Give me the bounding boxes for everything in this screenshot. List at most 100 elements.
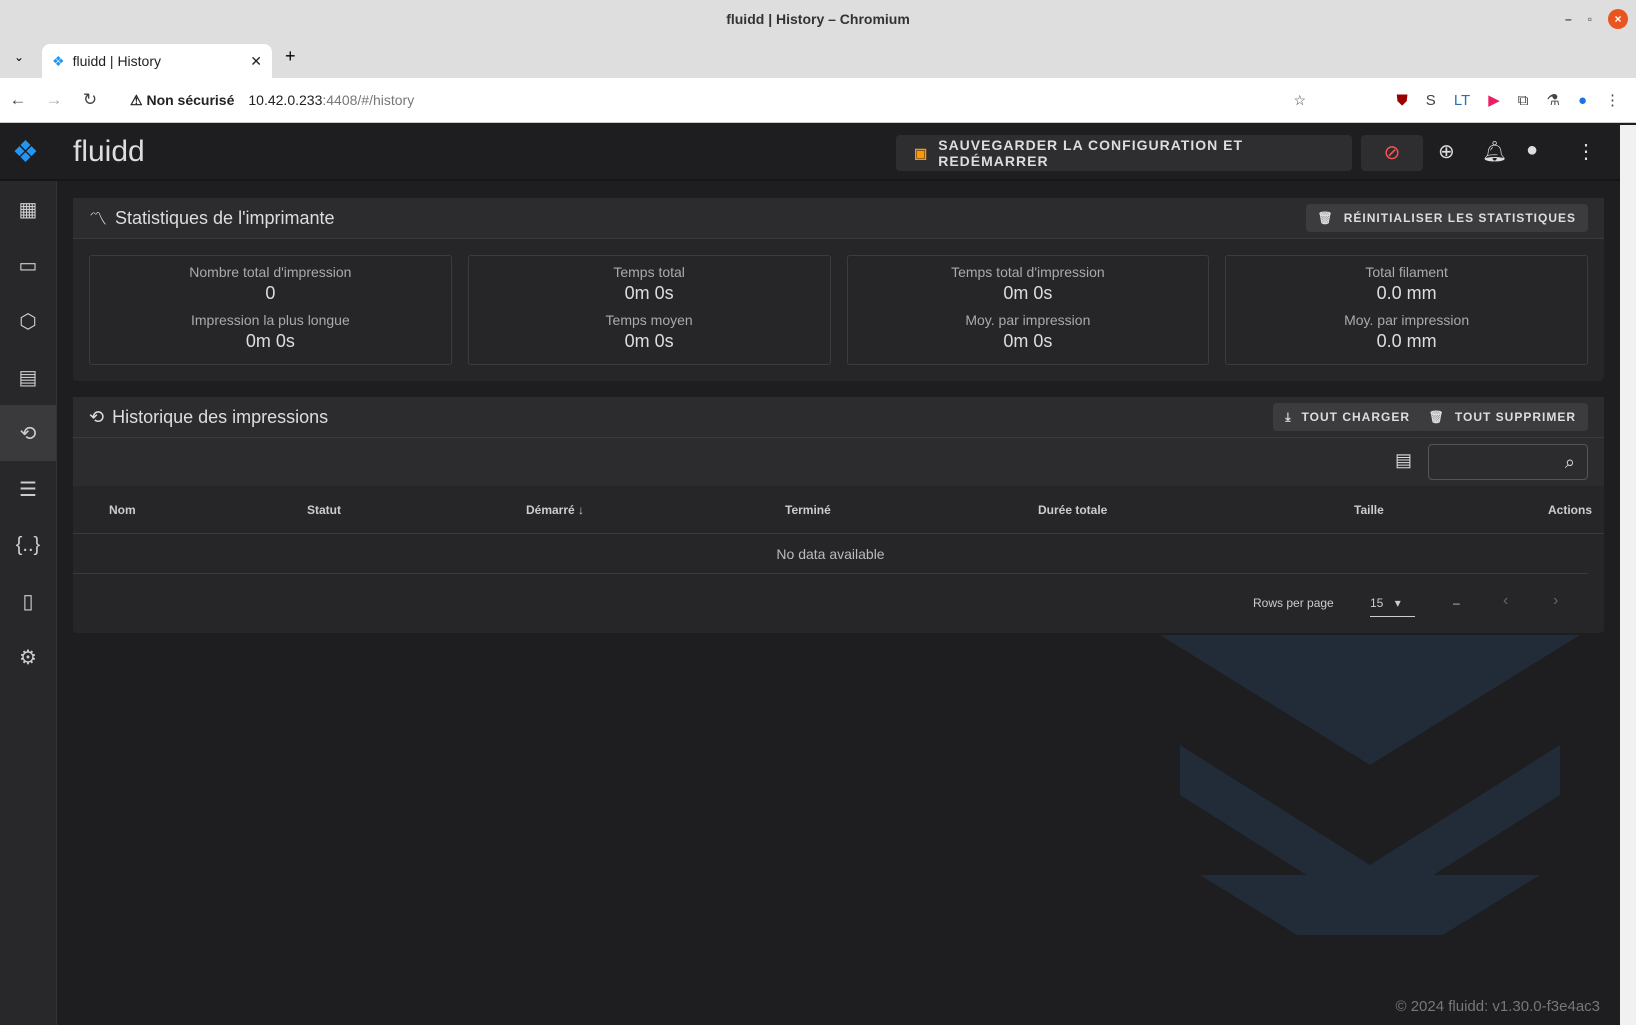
save-label: SAUVEGARDER LA CONFIGURATION ET REDÉMARR…: [938, 137, 1244, 169]
stat-label: Moy. par impression: [1344, 312, 1470, 328]
prev-page-icon[interactable]: ‹: [1503, 592, 1508, 610]
download-icon: ⤓: [1285, 409, 1292, 424]
empty-table-message: No data available: [73, 534, 1588, 574]
security-label: Non sécurisé: [146, 91, 235, 108]
trash-icon: 🗑︎: [1317, 211, 1334, 225]
sidebar-item-console[interactable]: ▭: [0, 237, 56, 293]
sidebar-item-gcode-viewer[interactable]: ⬡: [0, 293, 56, 349]
profile-icon[interactable]: ●: [1578, 92, 1587, 109]
address-bar: ← → ↻ ⚠ Non sécurisé 10.42.0.233:4408/#/his…: [0, 78, 1636, 123]
sidebar-item-tune[interactable]: ☰: [0, 461, 56, 517]
save-config-restart-button[interactable]: ▣ SAUVEGARDER LA CONFIGURATION ET REDÉMAR…: [896, 135, 1352, 171]
user-icon[interactable]: ●: [1526, 139, 1538, 162]
trash-icon: 🗑︎: [1428, 410, 1445, 424]
fluidd-app: ❖ fluidd ▣ SAUVEGARDER LA CONFIGURATION E…: [0, 125, 1620, 1025]
notifications-bell-icon[interactable]: 🔔︎: [1482, 139, 1507, 164]
stat-label: Temps moyen: [605, 312, 693, 328]
stat-label: Temps total d'impression: [951, 264, 1105, 280]
new-tab-icon[interactable]: +: [285, 46, 296, 67]
printer-stats-panel: 〽 Statistiques de l'imprimante 🗑︎ RÉINITIA…: [73, 198, 1604, 381]
stat-card: Temps total d'impression 0m 0s Moy. par im…: [846, 255, 1210, 365]
footer-copyright: © 2024 fluidd: v1.30.0-f3e4ac3: [1395, 998, 1600, 1015]
emergency-stop-button[interactable]: ⊘: [1361, 135, 1423, 171]
search-input[interactable]: ⌕: [1428, 444, 1588, 480]
stat-label: Impression la plus longue: [190, 312, 350, 328]
stat-label: Nombre total d'impression: [189, 264, 352, 280]
column-header-duration[interactable]: Durée totale: [1038, 503, 1107, 517]
upload-icon[interactable]: ⊕: [1438, 139, 1455, 164]
save-icon: ▣: [914, 144, 929, 161]
stat-value: 0m 0s: [1003, 331, 1053, 351]
browser-tab[interactable]: ❖ fluidd | History ✕: [42, 44, 272, 78]
languagetool-extension-icon[interactable]: LT: [1454, 92, 1470, 109]
stat-value: 0: [265, 283, 276, 303]
tab-list-icon[interactable]: ⌄: [14, 50, 24, 64]
next-page-icon[interactable]: ›: [1553, 592, 1558, 610]
load-all-button[interactable]: ⤓ TOUT CHARGER: [1273, 403, 1422, 431]
column-header-status[interactable]: Statut: [307, 503, 341, 517]
stat-label: Total filament: [1365, 264, 1448, 280]
fluidd-logo-icon[interactable]: ❖: [12, 135, 39, 170]
close-tab-icon[interactable]: ✕: [250, 53, 262, 70]
app-header: ❖ fluidd ▣ SAUVEGARDER LA CONFIGURATION E…: [0, 125, 1620, 181]
close-window-icon[interactable]: ×: [1608, 9, 1628, 29]
column-header-finished[interactable]: Terminé: [785, 503, 831, 517]
stat-value: 0m 0s: [245, 331, 295, 351]
tab-bar: ⌄ ❖ fluidd | History ✕ +: [0, 38, 1636, 78]
s-extension-icon[interactable]: S: [1426, 92, 1436, 109]
maximize-icon[interactable]: ▫: [1588, 0, 1592, 38]
table-header: Nom Statut Démarré ↓ Terminé Durée total…: [73, 486, 1604, 534]
more-menu-icon[interactable]: ⋮: [1576, 139, 1596, 164]
brand-title[interactable]: fluidd: [73, 135, 145, 169]
page-scrollbar[interactable]: [1620, 125, 1636, 1025]
sidebar-item-settings[interactable]: ⚙: [0, 629, 56, 685]
column-header-actions: Actions: [1547, 502, 1592, 517]
column-header-started[interactable]: Démarré ↓: [526, 503, 584, 517]
stat-value: 0.0 mm: [1376, 283, 1437, 303]
security-warning[interactable]: ⚠ Non sécurisé: [130, 92, 234, 109]
forward-icon[interactable]: →: [36, 90, 72, 110]
stat-label: Moy. par impression: [965, 312, 1091, 328]
sidebar-item-system[interactable]: ▯: [0, 573, 56, 629]
trending-icon: 〽: [89, 209, 107, 229]
sidebar-item-dashboard[interactable]: ▦: [0, 181, 56, 237]
history-icon: ⟲: [89, 406, 105, 427]
bookmark-star-icon[interactable]: ☆: [1293, 92, 1306, 109]
page-range: –: [1453, 596, 1460, 610]
column-toggle-icon[interactable]: ▤: [1395, 450, 1412, 471]
dropdown-arrow-icon: ▾: [1394, 596, 1401, 610]
sidebar-item-jobs[interactable]: ▤: [0, 349, 56, 405]
stat-card: Nombre total d'impression 0 Impression la …: [89, 255, 452, 365]
reload-icon[interactable]: ↻: [72, 90, 108, 110]
reset-stats-button[interactable]: 🗑︎ RÉINITIALISER LES STATISTIQUES: [1305, 204, 1588, 232]
column-header-size[interactable]: Taille: [1354, 503, 1384, 517]
sidebar: ▦ ▭ ⬡ ▤ ⟲ ☰ {..} ▯ ⚙: [0, 181, 57, 1025]
url-input[interactable]: ⚠ Non sécurisé 10.42.0.233:4408/#/history…: [122, 82, 1312, 118]
history-title: Historique des impressions: [112, 406, 329, 427]
stat-value: 0m 0s: [1003, 283, 1053, 303]
stat-card: Temps total 0m 0s Temps moyen 0m 0s: [467, 255, 831, 365]
ublock-extension-icon[interactable]: ⛊: [1397, 92, 1408, 109]
stat-label: Temps total: [613, 264, 685, 280]
sidebar-item-macros[interactable]: {..}: [0, 517, 56, 573]
labs-flask-icon[interactable]: ⚗: [1546, 91, 1559, 109]
stat-value: 0m 0s: [624, 331, 674, 351]
back-icon[interactable]: ←: [0, 90, 36, 110]
minimize-icon[interactable]: –: [1565, 0, 1572, 38]
url-path: :4408/#/history: [322, 92, 415, 108]
rows-per-page-value: 15: [1370, 596, 1384, 610]
load-all-label: TOUT CHARGER: [1301, 410, 1410, 424]
print-history-panel: ⟲ Historique des impressions ⤓ TOUT CHARGE…: [73, 397, 1604, 633]
browser-menu-icon[interactable]: ⋮: [1605, 91, 1620, 109]
sidebar-item-history[interactable]: ⟲: [0, 405, 56, 461]
rows-per-page-select[interactable]: 15 ▾: [1370, 596, 1415, 617]
extensions-puzzle-icon[interactable]: ⧉: [1518, 92, 1529, 109]
delete-all-button[interactable]: 🗑︎ TOUT SUPPRIMER: [1416, 403, 1588, 431]
window-title: fluidd | History – Chromium: [726, 11, 910, 27]
stats-title: Statistiques de l'imprimante: [115, 207, 335, 228]
player-extension-icon[interactable]: ▶: [1488, 91, 1500, 109]
column-header-name[interactable]: Nom: [109, 503, 136, 517]
window-titlebar: fluidd | History – Chromium – ▫ ×: [0, 0, 1636, 38]
reset-label: RÉINITIALISER LES STATISTIQUES: [1343, 211, 1576, 225]
url-host: 10.42.0.233: [248, 92, 323, 108]
